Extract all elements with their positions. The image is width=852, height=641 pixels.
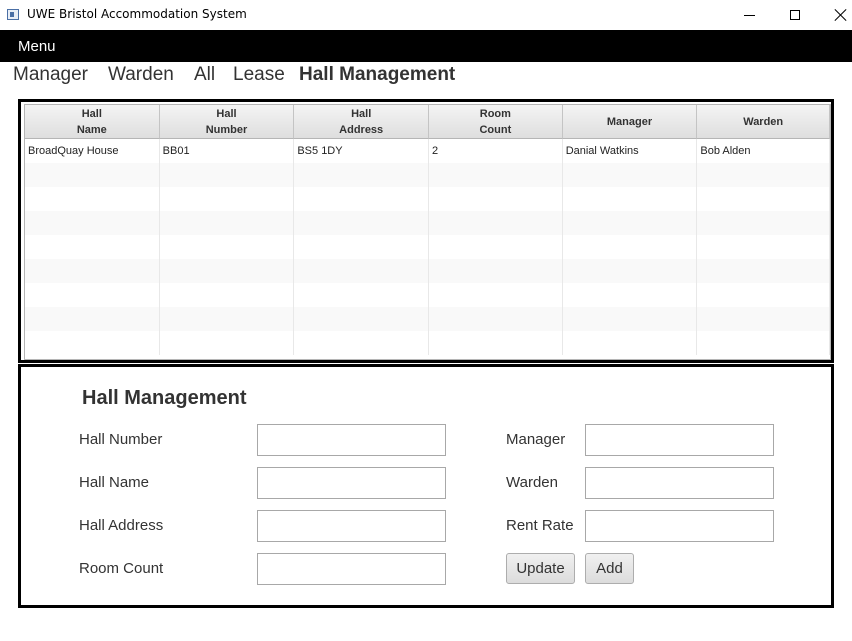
rent-rate-label: Rent Rate [506, 517, 574, 534]
minimize-icon [743, 14, 755, 16]
manager-input[interactable] [585, 424, 774, 456]
hall-number-label: Hall Number [79, 431, 163, 448]
close-button[interactable] [818, 0, 852, 30]
cell-hall-address: BS5 1DY [294, 139, 430, 163]
menu-button[interactable]: Menu [18, 38, 56, 55]
maximize-icon [790, 10, 800, 20]
tab-hall-management[interactable]: Hall Management [299, 64, 455, 86]
cell-warden: Bob Alden [697, 139, 830, 163]
menu-bar: Menu [0, 30, 852, 62]
update-button[interactable]: Update [506, 553, 575, 584]
maximize-button[interactable] [772, 0, 818, 30]
manager-label: Manager [506, 431, 566, 448]
empty-table-row [25, 211, 830, 235]
empty-table-row [25, 235, 830, 259]
tab-warden[interactable]: Warden [108, 64, 174, 86]
title-bar: UWE Bristol Accommodation System [0, 0, 852, 30]
add-button[interactable]: Add [585, 553, 634, 584]
hall-table[interactable]: Hall Name Hall Number Hall Address Room … [24, 104, 831, 360]
minimize-button[interactable] [726, 0, 772, 30]
window-title: UWE Bristol Accommodation System [27, 7, 247, 21]
column-header-hall-address[interactable]: Hall Address [294, 105, 430, 139]
column-header-manager[interactable]: Manager [562, 105, 698, 139]
app-icon [7, 9, 19, 20]
column-header-hall-number[interactable]: Hall Number [159, 105, 295, 139]
tab-lease[interactable]: Lease [233, 64, 285, 86]
form-title: Hall Management [82, 387, 247, 409]
tab-manager[interactable]: Manager [13, 64, 88, 86]
tab-all[interactable]: All [194, 64, 215, 86]
hall-address-input[interactable] [257, 510, 446, 542]
empty-table-row [25, 307, 830, 331]
hall-number-input[interactable] [257, 424, 446, 456]
empty-table-row [25, 331, 830, 355]
hall-management-form: Hall Management Hall Number Hall Name Ha… [18, 364, 834, 608]
table-row[interactable]: BroadQuay House BB01 BS5 1DY 2 Danial Wa… [25, 139, 830, 163]
hall-name-label: Hall Name [79, 474, 150, 491]
close-icon [835, 9, 847, 21]
cell-hall-number: BB01 [160, 139, 295, 163]
warden-input[interactable] [585, 467, 774, 499]
table-header: Hall Name Hall Number Hall Address Room … [25, 105, 830, 139]
empty-table-row [25, 163, 830, 187]
hall-table-panel: Hall Name Hall Number Hall Address Room … [18, 99, 834, 363]
cell-manager: Danial Watkins [563, 139, 698, 163]
column-header-warden[interactable]: Warden [697, 105, 830, 139]
room-count-label: Room Count [79, 560, 164, 577]
warden-label: Warden [506, 474, 558, 491]
column-header-room-count[interactable]: Room Count [429, 105, 563, 139]
hall-name-input[interactable] [257, 467, 446, 499]
cell-hall-name: BroadQuay House [25, 139, 160, 163]
empty-table-row [25, 187, 830, 211]
hall-address-label: Hall Address [79, 517, 164, 534]
cell-room-count: 2 [429, 139, 563, 163]
empty-table-row [25, 283, 830, 307]
rent-rate-input[interactable] [585, 510, 774, 542]
column-header-hall-name[interactable]: Hall Name [25, 105, 160, 139]
room-count-input[interactable] [257, 553, 446, 585]
empty-table-row [25, 259, 830, 283]
